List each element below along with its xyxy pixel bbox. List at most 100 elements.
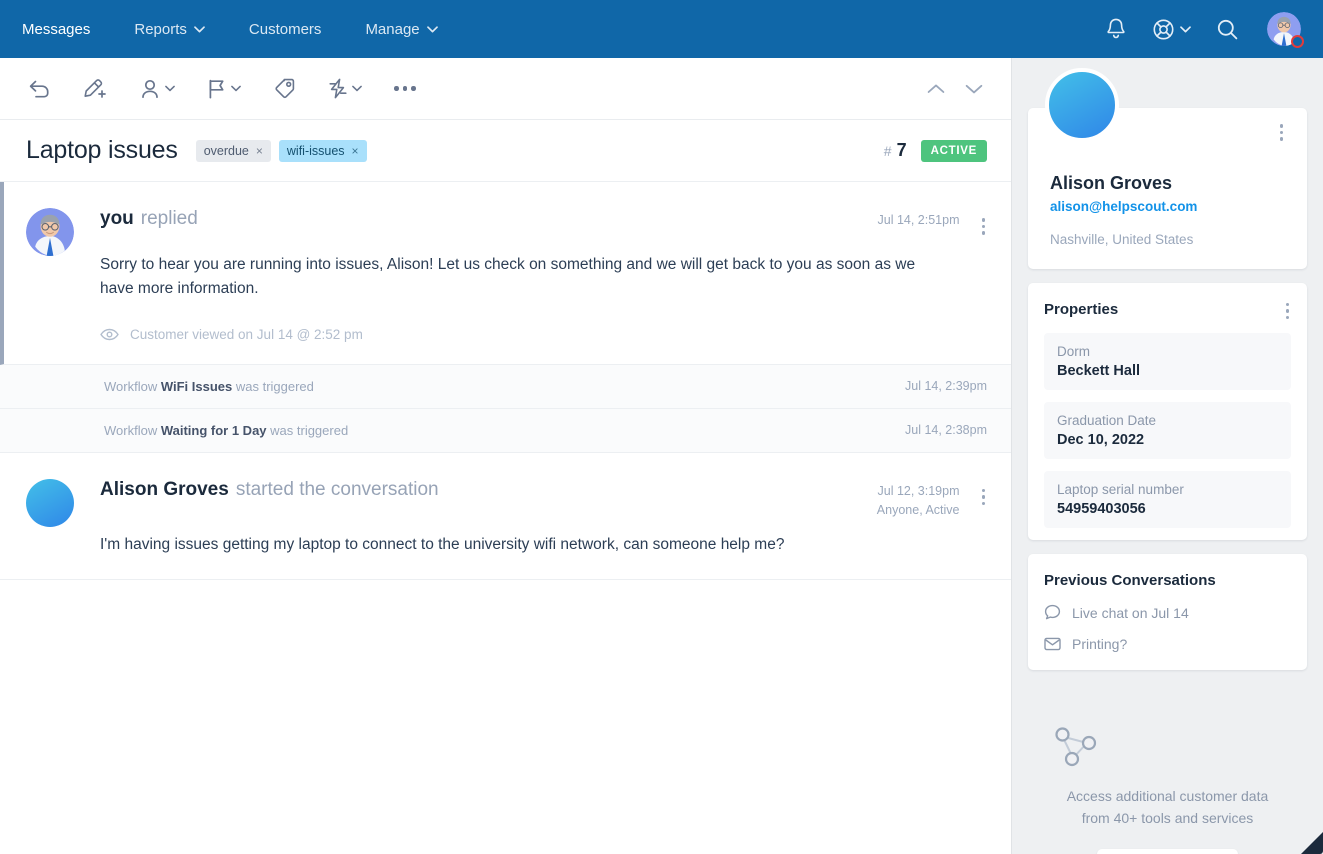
message-author: Alison Groves (100, 478, 229, 500)
chat-bubble-icon (1044, 604, 1061, 621)
previous-conversations-card: Previous Conversations Live chat on Jul … (1028, 554, 1307, 670)
message-content: Alison Groves started the conversation Ju… (100, 479, 987, 557)
message-timestamp: Jul 14, 2:51pm (877, 213, 960, 227)
message-author: you (100, 208, 134, 229)
reply-button[interactable] (18, 69, 61, 109)
sidebar-scroll[interactable]: Alison Groves alison@helpscout.com Nashv… (1012, 58, 1323, 854)
add-note-pencil-icon (83, 78, 107, 100)
message-item: you replied Jul 14, 2:51pm Sorry to hear … (0, 182, 1011, 365)
nav-utility-icons (1094, 7, 1304, 51)
property-label: Laptop serial number (1057, 482, 1184, 497)
remove-tag-icon[interactable]: × (256, 145, 263, 157)
nav-item-label: Manage (365, 20, 420, 38)
chevron-down-icon (231, 85, 241, 92)
conversation-number-value: 7 (896, 140, 907, 160)
customer-email[interactable]: alison@helpscout.com (1050, 199, 1285, 214)
workflow-prefix: Workflow (104, 378, 161, 394)
previous-conversations-title: Previous Conversations (1044, 572, 1216, 589)
add-note-button[interactable] (73, 69, 117, 109)
message-item: Alison Groves started the conversation Ju… (0, 453, 1011, 580)
property-label: Dorm (1057, 344, 1090, 359)
notifications-button[interactable] (1094, 7, 1138, 51)
properties-card: Properties Dorm Beckett Hall Graduation … (1028, 282, 1307, 540)
chevron-down-icon (165, 85, 175, 92)
lifebuoy-help-icon (1152, 18, 1175, 41)
previous-conversation-live-chat[interactable]: Live chat on Jul 14 (1044, 604, 1291, 621)
workflow-event-text: Workflow WiFi Issues was triggered (104, 379, 314, 394)
message-options-button[interactable] (980, 216, 988, 237)
status-badge[interactable]: ACTIVE (920, 139, 987, 162)
tag-icon (273, 77, 296, 100)
top-navigation-bar: Messages Reports Customers Manage (0, 0, 1323, 58)
workflow-event-row: Workflow WiFi Issues was triggered Jul 1… (0, 364, 1011, 409)
message-action: started the conversation (235, 478, 439, 500)
apps-promo-line1: Access additional customer data (1066, 788, 1269, 804)
envelope-icon (1044, 637, 1061, 651)
properties-options-button[interactable] (1284, 301, 1292, 322)
message-body: Sorry to hear you are running into issue… (100, 255, 916, 297)
more-options-icon (394, 86, 416, 91)
reply-icon (28, 79, 51, 99)
customer-sidebar: Alison Groves alison@helpscout.com Nashv… (1011, 58, 1323, 854)
tag-button[interactable] (263, 69, 306, 109)
chevron-down-icon (965, 83, 983, 95)
workflow-timestamp: Jul 14, 2:39pm (905, 379, 987, 394)
properties-title: Properties (1044, 300, 1119, 318)
remove-tag-icon[interactable]: × (352, 145, 359, 157)
tag-overdue[interactable]: overdue × (195, 139, 271, 162)
message-header: you replied Jul 14, 2:51pm (100, 208, 987, 237)
help-menu-button[interactable] (1146, 7, 1197, 51)
property-item[interactable]: Graduation Date Dec 10, 2022 (1044, 402, 1291, 459)
workflow-prefix: Workflow (104, 422, 161, 438)
apps-promo-text: Access additional customer data from 40+… (1046, 786, 1289, 829)
customer-name: Alison Groves (1050, 172, 1173, 193)
nav-item-label: Messages (22, 20, 91, 38)
status-button[interactable] (197, 69, 251, 109)
property-value: Beckett Hall (1057, 363, 1141, 379)
tag-list: overdue × wifi-issues × (195, 139, 367, 162)
app-root: Messages Reports Customers Manage Laptop… (0, 0, 1323, 854)
message-author-line: Alison Groves started the conversation (100, 479, 439, 501)
property-label: Graduation Date (1057, 413, 1157, 428)
workflow-name: Waiting for 1 Day (160, 422, 267, 438)
conversation-header: Laptop issues overdue × wifi-issues × # … (0, 120, 1011, 182)
property-item[interactable]: Dorm Beckett Hall (1044, 333, 1291, 390)
primary-nav: Messages Reports Customers Manage (0, 0, 460, 58)
search-button[interactable] (1205, 7, 1249, 51)
avatar[interactable] (1045, 68, 1119, 142)
message-thread: you replied Jul 14, 2:51pm Sorry to hear … (0, 182, 1011, 854)
next-conversation-button[interactable] (955, 70, 993, 108)
tag-wifi-issues[interactable]: wifi-issues × (278, 139, 367, 162)
message-options-button[interactable] (980, 487, 988, 508)
message-assignment: Anyone, Active (876, 502, 960, 517)
message-timestamp: Jul 12, 3:19pm (877, 483, 960, 498)
nav-item-manage[interactable]: Manage (343, 0, 459, 58)
avatar (26, 208, 74, 256)
workflow-button[interactable] (318, 69, 372, 109)
chevron-down-icon (426, 25, 438, 33)
message-meta: Jul 14, 2:51pm (878, 208, 960, 227)
chevron-down-icon (194, 25, 205, 33)
previous-conversation-button[interactable] (917, 70, 955, 108)
previous-conversation-printing[interactable]: Printing? (1044, 636, 1291, 652)
nav-item-reports[interactable]: Reports (112, 0, 227, 58)
main-layout: Laptop issues overdue × wifi-issues × # … (0, 58, 1323, 854)
customer-location: Nashville, United States (1050, 231, 1194, 247)
apps-promo-line2: from 40+ tools and services (1081, 809, 1254, 826)
message-author-line: you replied (100, 208, 198, 230)
nav-item-customers[interactable]: Customers (227, 0, 344, 58)
assign-button[interactable] (129, 69, 185, 109)
workflow-event-text: Workflow Waiting for 1 Day was triggered (104, 423, 348, 438)
property-item[interactable]: Laptop serial number 54959403056 (1044, 471, 1291, 528)
browse-apps-button[interactable]: Browse Apps (1097, 849, 1238, 854)
nav-item-messages[interactable]: Messages (0, 0, 112, 58)
conversation-number: # 7 (884, 140, 907, 161)
message-meta: Jul 12, 3:19pm Anyone, Active (877, 479, 960, 517)
message-viewed-status: Customer viewed on Jul 14 @ 2:52 pm (100, 327, 987, 342)
chevron-down-icon (1180, 25, 1191, 33)
workflow-lightning-icon (328, 77, 348, 100)
eye-icon (100, 328, 119, 341)
avatar[interactable] (1267, 12, 1304, 48)
more-options-button[interactable] (384, 69, 426, 109)
workflow-event-row: Workflow Waiting for 1 Day was triggered… (0, 408, 1011, 453)
